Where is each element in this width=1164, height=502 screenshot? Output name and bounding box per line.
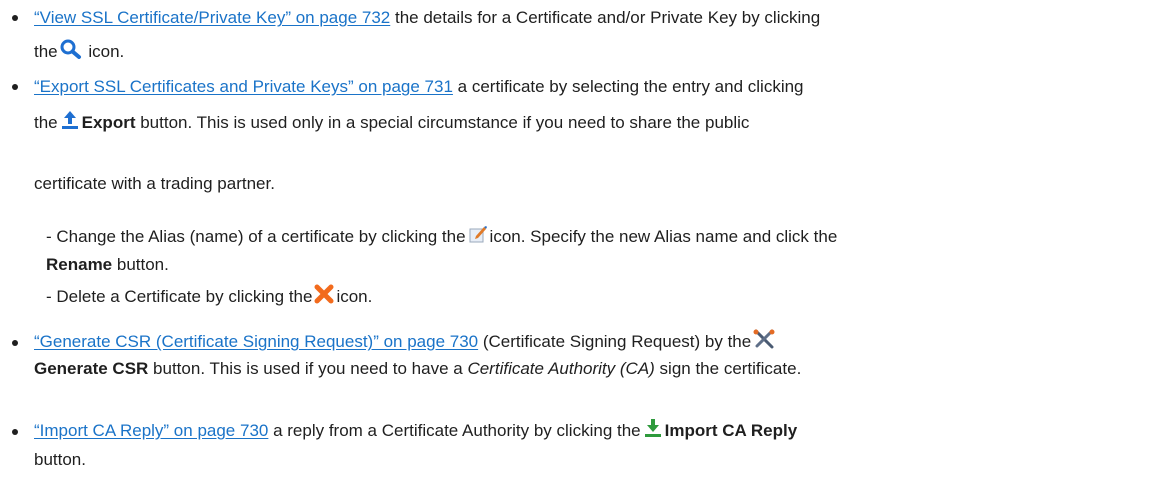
item-text: (Certificate Signing Request) by the — [478, 332, 752, 351]
import-download-icon[interactable] — [643, 416, 663, 450]
link-import-ca-reply[interactable]: “Import CA Reply” on page 730 — [34, 421, 268, 440]
italic-term: Certificate Authority (CA) — [467, 359, 655, 378]
item-text: icon. — [336, 287, 373, 306]
bullet — [12, 340, 18, 346]
sub-item-rename: - Change the Alias (name) of a certifica… — [46, 224, 1164, 278]
item-text: button. — [34, 450, 86, 469]
item-text: the — [34, 113, 58, 132]
item-text: button. This is used if you need to have… — [148, 359, 468, 378]
rename-button-label: Rename — [46, 255, 113, 274]
link-export-ssl-certificates[interactable]: “Export SSL Certificates and Private Key… — [34, 77, 453, 96]
export-button-label: Export — [81, 113, 136, 132]
list-item-import-cont: button. — [34, 447, 1154, 473]
item-text: - Change the Alias (name) of a certifica… — [46, 227, 466, 246]
sub-item-delete: - Delete a Certificate by clicking the i… — [46, 284, 1164, 312]
bullet — [12, 429, 18, 435]
list-item-export: “Export SSL Certificates and Private Key… — [34, 70, 1154, 142]
delete-x-icon[interactable] — [314, 284, 334, 312]
magnifier-icon[interactable] — [60, 37, 82, 71]
bullet — [12, 15, 18, 21]
item-text: icon. — [83, 42, 125, 61]
list-item-view-ssl: “View SSL Certificate/Private Key” on pa… — [34, 1, 1154, 71]
list-item-import-ca-reply: “Import CA Reply” on page 730 a reply fr… — [34, 414, 1154, 450]
item-text: a certificate by selecting the entry and… — [452, 77, 804, 96]
edit-pencil-icon[interactable] — [468, 224, 488, 252]
link-view-ssl-certificate[interactable]: “View SSL Certificate/Private Key” on pa… — [34, 8, 390, 27]
item-text: button. This is used only in a special c… — [135, 113, 750, 132]
list-item-export-cont: certificate with a trading partner. — [34, 171, 1154, 197]
item-text: icon. Specify the new Alias name and cli… — [489, 227, 838, 246]
item-text: sign the certificate. — [654, 359, 802, 378]
bullet — [12, 84, 18, 90]
item-text: the details for a Certificate and/or Pri… — [390, 8, 821, 27]
item-text: button. — [112, 255, 169, 274]
import-ca-reply-button-label: Import CA Reply — [664, 421, 798, 440]
item-text: certificate with a trading partner. — [34, 174, 275, 193]
generate-csr-button-label: Generate CSR — [34, 359, 149, 378]
export-upload-icon[interactable] — [60, 108, 80, 142]
item-text: the — [34, 42, 58, 61]
list-item-generate-csr-cont: Generate CSR button. This is used if you… — [34, 356, 1154, 382]
item-text: a reply from a Certificate Authority by … — [268, 421, 641, 440]
help-page: “View SSL Certificate/Private Key” on pa… — [0, 0, 1164, 502]
link-generate-csr[interactable]: “Generate CSR (Certificate Signing Reque… — [34, 332, 478, 351]
item-text: - Delete a Certificate by clicking the — [46, 287, 313, 306]
